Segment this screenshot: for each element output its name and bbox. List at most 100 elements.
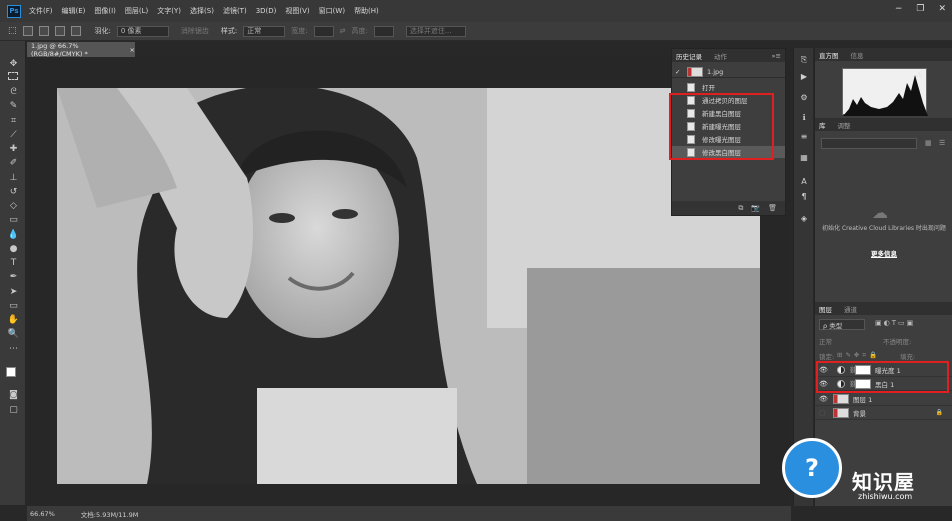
layer-name: 背景 [853, 409, 866, 418]
library-dropdown[interactable] [821, 138, 917, 149]
blend-mode-select[interactable]: 正常 [819, 336, 832, 346]
history-brush-icon[interactable]: ↺ [7, 186, 20, 197]
document-size-info[interactable]: 文档:5.93M/11.9M [81, 509, 139, 519]
layer-filter-icons[interactable]: ▣◐T▭▣ [875, 319, 915, 327]
quick-select-tool-icon[interactable]: ✎ [7, 100, 20, 111]
document-canvas-image[interactable] [57, 88, 760, 484]
tab-layers[interactable]: 图层 [819, 304, 832, 314]
history-snapshot[interactable]: ✓ 1.jpg [672, 66, 785, 78]
trash-icon[interactable]: 🗑 [768, 204, 777, 212]
close-button[interactable]: ✕ [938, 4, 946, 14]
camera-snapshot-icon[interactable]: 📷 [751, 204, 760, 212]
tab-channels[interactable]: 通道 [844, 304, 857, 314]
hand-tool-icon[interactable]: ✋ [7, 314, 20, 325]
eyedropper-tool-icon[interactable]: ⟋ [7, 129, 20, 140]
layer-name: 图层 1 [853, 395, 873, 404]
lock-icons[interactable]: ⊞✎✥⌗🔒 [837, 351, 880, 360]
actions-panel-icon[interactable]: ▶ [797, 70, 811, 82]
watermark-logo: ? [782, 438, 842, 498]
menu-filter[interactable]: 滤镜(T) [223, 6, 247, 16]
tab-actions[interactable]: 动作 [714, 51, 727, 61]
blur-tool-icon[interactable]: 💧 [7, 229, 20, 240]
marquee-tool-icon[interactable] [8, 72, 18, 80]
zoom-tool-icon[interactable]: 🔍 [7, 328, 20, 339]
swap-icon[interactable]: ⇄ [340, 27, 346, 35]
swatches-icon[interactable]: ▦ [797, 151, 811, 163]
history-state-icon [687, 82, 695, 92]
close-document-icon[interactable]: × [130, 46, 135, 54]
foreground-color-swatch[interactable] [6, 367, 16, 377]
menu-3d[interactable]: 3D(D) [256, 7, 277, 15]
layer-row[interactable]: 👁 图层 1 [815, 392, 952, 406]
clone-stamp-icon[interactable]: ⊥ [7, 172, 20, 183]
menu-select[interactable]: 选择(S) [190, 6, 214, 16]
feather-input[interactable]: 0 像素 [116, 25, 169, 37]
marquee-preset-icon[interactable]: ⬚ [8, 26, 17, 36]
layer-filter-select[interactable]: ρ 类型 [819, 319, 865, 330]
info-icon[interactable]: ℹ [797, 111, 811, 123]
new-document-from-state-icon[interactable]: ⧉ [738, 204, 743, 213]
layer-row[interactable]: ▢ 背景 🔒 [815, 406, 952, 420]
add-selection-icon[interactable] [38, 26, 49, 36]
history-panel-icon[interactable]: ⎘ [797, 54, 811, 66]
document-tab[interactable]: 1.jpg @ 66.7%(RGB/8#/CMYK) * × [27, 42, 135, 58]
menu-layer[interactable]: 图层(L) [125, 6, 148, 16]
visibility-eye-icon[interactable]: 👁 [819, 395, 831, 403]
intersect-selection-icon[interactable] [70, 26, 81, 36]
menu-view[interactable]: 视图(V) [285, 6, 309, 16]
pen-tool-icon[interactable]: ✒ [7, 271, 20, 282]
shape-tool-icon[interactable]: ▭ [7, 300, 20, 311]
style-select[interactable]: 正常 [243, 25, 286, 37]
dodge-tool-icon[interactable]: ● [7, 243, 20, 254]
brush-tool-icon[interactable]: ✐ [7, 157, 20, 168]
window-controls: − ❐ ✕ [895, 4, 946, 14]
menu-file[interactable]: 文件(F) [29, 6, 53, 16]
move-tool-icon[interactable]: ✥ [7, 58, 20, 69]
menu-edit[interactable]: 编辑(E) [62, 6, 86, 16]
quick-mask-icon[interactable]: ◙ [7, 389, 20, 400]
histogram-warning-icon[interactable]: ⚠ [916, 71, 922, 79]
crop-tool-icon[interactable]: ⌗ [7, 115, 20, 126]
history-step[interactable]: 打开 [672, 81, 785, 93]
healing-brush-icon[interactable]: ✚ [7, 143, 20, 154]
menu-help[interactable]: 帮助(H) [354, 6, 379, 16]
visibility-eye-icon[interactable]: ▢ [819, 409, 831, 417]
lasso-tool-icon[interactable]: ᘓ [7, 86, 20, 97]
library-view-icon[interactable]: ▦ [925, 139, 932, 147]
lock-icon: 🔒 [935, 409, 943, 416]
height-label: 高度: [351, 27, 368, 35]
more-tools-icon[interactable]: ⋯ [7, 343, 20, 354]
properties-icon[interactable]: ≡ [797, 130, 811, 142]
gradient-tool-icon[interactable]: ▭ [7, 214, 20, 225]
antialias-checkbox[interactable]: 消除锯齿 [181, 26, 209, 36]
snapshot-thumbnail [687, 66, 703, 77]
screen-mode-icon[interactable]: ▢ [7, 404, 20, 415]
zoom-level[interactable]: 66.67% [30, 510, 55, 518]
select-and-mask-button[interactable]: 选择并遮住... [405, 25, 466, 37]
menu-window[interactable]: 窗口(W) [319, 6, 345, 16]
tab-histogram[interactable]: 直方图 [819, 50, 839, 60]
paragraph-panel-icon[interactable]: ¶ [797, 190, 811, 202]
tab-info[interactable]: 信息 [851, 50, 864, 60]
height-input[interactable] [373, 25, 394, 37]
3d-panel-icon[interactable]: ◈ [797, 212, 811, 224]
character-panel-icon[interactable]: A [797, 175, 811, 187]
eraser-tool-icon[interactable]: ◇ [7, 200, 20, 211]
menu-image[interactable]: 图像(I) [94, 6, 116, 16]
adjust-icon[interactable]: ⚙ [797, 91, 811, 103]
maximize-button[interactable]: ❐ [916, 4, 924, 14]
width-input[interactable] [313, 25, 334, 37]
minimize-button[interactable]: − [895, 4, 903, 14]
menu-type[interactable]: 文字(Y) [157, 6, 181, 16]
library-list-icon[interactable]: ☰ [939, 139, 945, 147]
tab-history[interactable]: 历史记录 [676, 51, 702, 61]
new-selection-icon[interactable] [22, 26, 33, 36]
more-info-link[interactable]: 更多信息 [815, 248, 952, 258]
subtract-selection-icon[interactable] [54, 26, 65, 36]
path-select-icon[interactable]: ➤ [7, 286, 20, 297]
tab-adjustments[interactable]: 调整 [838, 120, 851, 130]
snapshot-check-icon: ✓ [675, 67, 681, 76]
panel-menu-icon[interactable]: »≡ [772, 52, 781, 60]
tab-libraries[interactable]: 库 [819, 120, 826, 130]
type-tool-icon[interactable]: T [7, 257, 20, 268]
